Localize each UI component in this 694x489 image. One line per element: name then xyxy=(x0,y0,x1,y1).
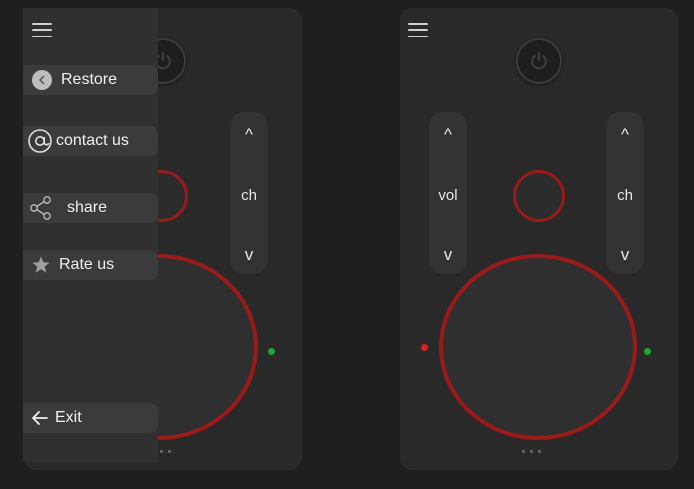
menu-item-restore[interactable]: Restore xyxy=(23,65,158,95)
at-sign-icon xyxy=(27,128,53,154)
volume-up-button[interactable]: ^ xyxy=(444,126,452,144)
side-drawer: Restore contact us share Rate us Exit xyxy=(23,8,158,462)
status-led-red xyxy=(421,344,428,351)
power-icon xyxy=(531,51,547,70)
star-icon xyxy=(31,255,51,275)
channel-up-button[interactable]: ^ xyxy=(245,126,253,144)
arrow-left-icon xyxy=(31,410,49,426)
remote-panel-right: ^ vol v ^ ch v xyxy=(400,8,678,470)
channel-label: ch xyxy=(241,186,257,204)
volume-down-button[interactable]: v xyxy=(444,246,453,264)
menu-item-exit[interactable]: Exit xyxy=(23,403,158,433)
menu-item-contact-us[interactable]: contact us xyxy=(23,126,158,156)
menu-item-label: Restore xyxy=(61,71,118,88)
page-indicator xyxy=(522,450,541,453)
channel-label: ch xyxy=(617,186,633,204)
menu-item-label: Rate us xyxy=(59,256,115,273)
menu-item-label: share xyxy=(67,199,108,216)
volume-rocker: ^ vol v xyxy=(429,112,467,274)
channel-up-button[interactable]: ^ xyxy=(621,126,629,144)
menu-item-label: Exit xyxy=(55,409,82,426)
share-icon xyxy=(29,195,53,221)
channel-down-button[interactable]: v xyxy=(621,246,630,264)
power-button[interactable] xyxy=(516,38,562,84)
status-led-green xyxy=(268,348,275,355)
menu-item-rate-us[interactable]: Rate us xyxy=(23,250,158,280)
channel-rocker: ^ ch v xyxy=(230,112,268,274)
back-circle-icon xyxy=(32,70,52,90)
channel-rocker: ^ ch v xyxy=(606,112,644,274)
mute-button[interactable] xyxy=(513,170,565,222)
menu-item-share[interactable]: share xyxy=(23,193,158,223)
hamburger-menu-icon[interactable] xyxy=(32,23,52,37)
volume-label: vol xyxy=(438,186,458,204)
channel-down-button[interactable]: v xyxy=(245,246,254,264)
status-led-green xyxy=(644,348,651,355)
menu-item-label: contact us xyxy=(56,132,129,149)
navigation-dial[interactable] xyxy=(439,254,637,440)
hamburger-menu-icon[interactable] xyxy=(408,23,428,37)
